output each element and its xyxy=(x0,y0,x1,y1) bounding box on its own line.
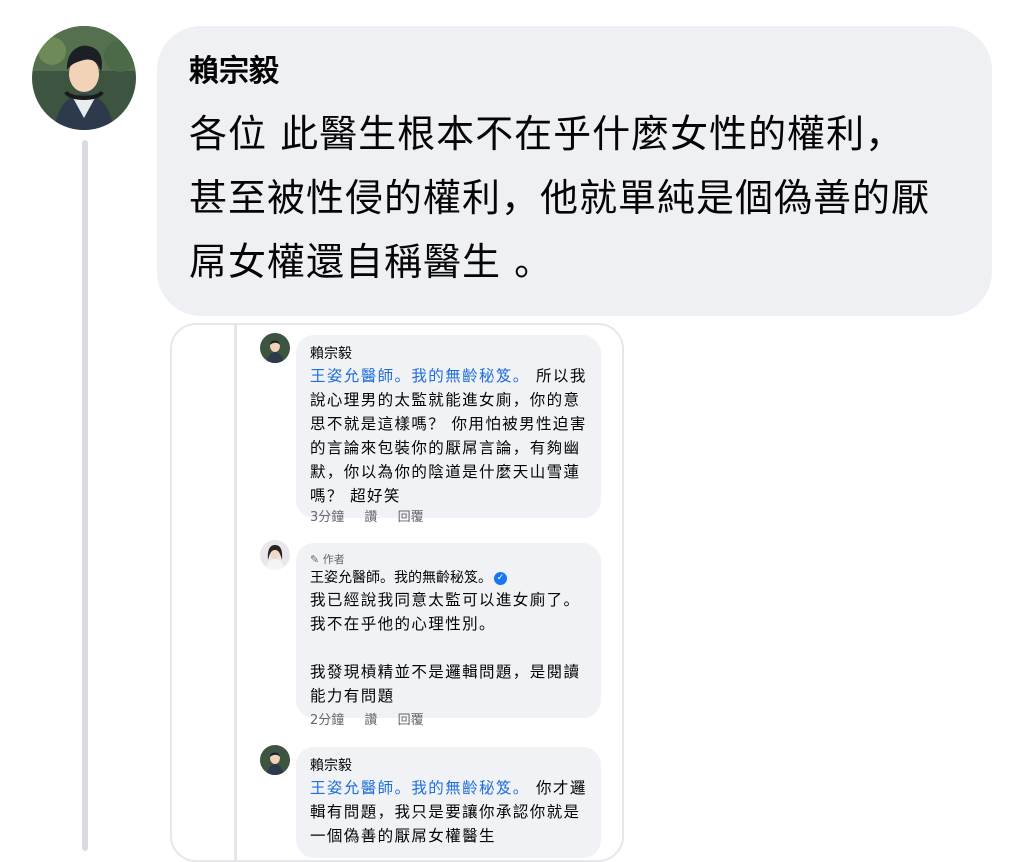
comment-time: 3分鐘 xyxy=(310,510,345,525)
comment-body: 王姿允醫師。我的無齡秘笈。 你才邏 輯有問題，我只是要讓你承認你就是 一個偽善的… xyxy=(310,776,589,848)
main-comment-bubble: 賴宗毅 各位 此醫生根本不在乎什麼女性的權利， 甚至被性侵的權利，他就單純是個偽… xyxy=(157,26,992,316)
reply-button[interactable]: 回覆 xyxy=(398,713,424,728)
comment-actions: 2分鐘 讚 回覆 xyxy=(310,712,440,730)
comment-bubble: ✎ 作者 王姿允醫師。我的無齡秘笈。 ✓ 我已經說我同意太監可以進女廁了。 我不在… xyxy=(296,543,601,718)
main-comment-text: 各位 此醫生根本不在乎什麼女性的權利， 甚至被性侵的權利，他就單純是個偽善的厭 … xyxy=(189,112,931,284)
comment-actions: 3分鐘 讚 回覆 xyxy=(310,509,440,527)
inner-thread-line xyxy=(234,325,237,860)
author-badge-label: 作者 xyxy=(322,553,345,566)
comment-time: 2分鐘 xyxy=(310,713,345,728)
pencil-icon: ✎ xyxy=(310,553,320,566)
comment-bubble: 賴宗毅 王姿允醫師。我的無齡秘笈。 所以我 說心理男的太監就能進女廁，你的意 思… xyxy=(296,335,601,518)
comment-mention[interactable]: 王姿允醫師。我的無齡秘笈。 xyxy=(310,779,530,797)
thread-line xyxy=(82,140,88,851)
main-comment-author[interactable]: 賴宗毅 xyxy=(189,52,958,92)
comment-author[interactable]: 賴宗毅 xyxy=(310,344,589,364)
comment-body: 王姿允醫師。我的無齡秘笈。 所以我 說心理男的太監就能進女廁，你的意 思不就是這… xyxy=(310,364,589,508)
verified-badge-icon: ✓ xyxy=(494,571,507,585)
embedded-comment-screenshot: 賴宗毅 王姿允醫師。我的無齡秘笈。 所以我 說心理男的太監就能進女廁，你的意 思… xyxy=(170,323,624,862)
comment-mention[interactable]: 王姿允醫師。我的無齡秘笈。 xyxy=(310,367,530,385)
comment-avatar[interactable] xyxy=(260,745,290,775)
author-badge: ✎ 作者 xyxy=(310,552,589,568)
main-avatar[interactable] xyxy=(32,26,136,130)
comment-author-name[interactable]: 王姿允醫師。我的無齡秘笈。 xyxy=(310,570,492,586)
like-button[interactable]: 讚 xyxy=(364,713,377,728)
comment-author[interactable]: 賴宗毅 xyxy=(310,756,589,776)
comment-avatar[interactable] xyxy=(260,333,290,363)
reply-button[interactable]: 回覆 xyxy=(398,510,424,525)
comment-text: 所以我 說心理男的太監就能進女廁，你的意 思不就是這樣嗎？ 你用怕被男性迫害 的… xyxy=(310,367,587,505)
author-avatar[interactable] xyxy=(260,540,290,570)
comment-author[interactable]: 王姿允醫師。我的無齡秘笈。 ✓ xyxy=(310,568,589,588)
comment-body: 我已經說我同意太監可以進女廁了。 我不在乎他的心理性別。 我發現槓精並不是邏輯問… xyxy=(310,591,581,705)
comment-bubble: 賴宗毅 王姿允醫師。我的無齡秘笈。 你才邏 輯有問題，我只是要讓你承認你就是 一… xyxy=(296,747,601,858)
like-button[interactable]: 讚 xyxy=(364,510,377,525)
